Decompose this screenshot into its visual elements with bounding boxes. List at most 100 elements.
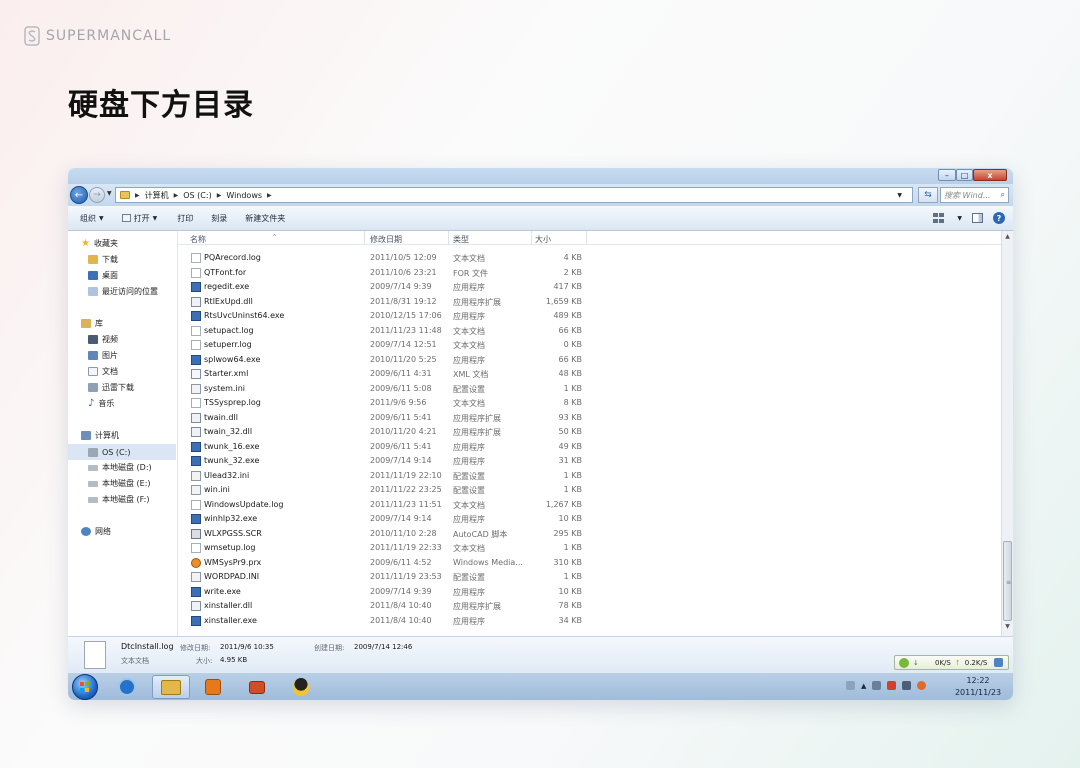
nav-favorites[interactable]: ★ 收藏夹 [81,238,118,249]
file-row[interactable]: Ulead32.ini 2011/11/19 22:10 配置设置 1 KB [178,469,608,483]
views-icon[interactable] [933,213,947,223]
start-button[interactable] [72,674,98,700]
column-divider[interactable] [586,231,587,245]
address-history-dropdown[interactable]: ▼ [897,192,902,199]
file-row[interactable]: RtsUvcUninst64.exe 2010/12/15 17:06 应用程序 48… [178,309,608,323]
file-row[interactable]: WLXPGSS.SCR 2010/11/10 2:28 AutoCAD 脚本 295 … [178,527,608,541]
file-row[interactable]: xinstaller.exe 2011/8/4 10:40 应用程序 34 KB [178,614,608,628]
nav-disk-d[interactable]: 本地磁盘 (D:) [88,462,152,473]
minimize-button[interactable]: – [938,169,956,181]
nav-downloads[interactable]: 下载 [88,254,118,265]
network-tray-icon[interactable] [902,681,912,690]
nav-libraries[interactable]: 库 [81,318,103,329]
refresh-button[interactable]: ⇆ [918,187,938,203]
tray-expand-icon[interactable]: ▲ [861,682,866,690]
file-row[interactable]: PQArecord.log 2011/10/5 12:09 文本文档 4 KB [178,251,608,265]
scroll-thumb[interactable]: ≡ [1003,541,1012,621]
file-row[interactable]: win.ini 2011/11/22 23:25 配置设置 1 KB [178,483,608,497]
nav-music[interactable]: ♪ 音乐 [88,398,114,409]
nav-computer[interactable]: 计算机 [81,430,119,441]
file-row[interactable]: RtlExUpd.dll 2011/8/31 19:12 应用程序扩展 1,659 K… [178,295,608,309]
vertical-scrollbar[interactable]: ▲ ≡ ▼ [1001,231,1013,636]
file-row[interactable]: setuperr.log 2009/7/14 12:51 文本文档 0 KB [178,338,608,352]
scroll-down-arrow-icon[interactable]: ▼ [1002,623,1013,633]
qq-tray-icon[interactable] [887,681,897,690]
file-row[interactable]: wmsetup.log 2011/11/19 22:33 文本文档 1 KB [178,541,608,555]
caret-down-icon[interactable]: ▼ [957,215,962,222]
security-tray-icon[interactable] [917,681,927,690]
nav-disk-e[interactable]: 本地磁盘 (E:) [88,478,151,489]
column-divider[interactable] [448,231,449,245]
nav-videos[interactable]: 视频 [88,334,118,345]
view-controls: ▼ ? [933,212,1005,224]
device-icon[interactable] [872,681,882,690]
print-button[interactable]: 打印 [177,213,193,224]
file-row[interactable]: write.exe 2009/7/14 9:39 应用程序 10 KB [178,585,608,599]
file-row[interactable]: twain.dll 2009/6/11 5:41 应用程序扩展 93 KB [178,411,608,425]
taskbar-explorer-app[interactable] [152,675,190,699]
file-row[interactable]: WindowsUpdate.log 2011/11/23 11:51 文本文档 1,2… [178,498,608,512]
taskbar-clock[interactable]: 12:22 2011/11/23 [948,675,1008,699]
close-button[interactable]: x [973,169,1007,181]
file-row[interactable]: WMSysPr9.prx 2009/6/11 4:52 Windows Media.… [178,556,608,570]
file-row[interactable]: regedit.exe 2009/7/14 9:39 应用程序 417 KB [178,280,608,294]
nav-xunlei-downloads[interactable]: 迅雷下载 [88,382,134,393]
help-icon[interactable]: ? [993,212,1005,224]
open-menu[interactable]: 打开 ▼ [121,213,157,224]
organize-menu[interactable]: 组织 ▼ [80,213,104,224]
forward-button[interactable]: → [89,187,105,203]
taskbar-toolbox-app[interactable] [238,675,276,699]
taskbar-sogou-app[interactable] [108,675,146,699]
nav-os-c[interactable]: OS (C:) [68,444,176,460]
nav-documents[interactable]: 文档 [88,366,118,377]
column-name[interactable]: 名称 [190,234,206,245]
breadcrumb-separator-icon: ▶ [267,191,272,199]
breadcrumb-os-c[interactable]: OS (C:) [183,191,211,200]
recent-pages-dropdown[interactable]: ▼ [107,190,112,197]
address-field[interactable]: ▶ 计算机 ▶ OS (C:) ▶ Windows ▶ ▼ [115,187,913,203]
search-icon[interactable]: ⌕ [1001,190,1005,200]
widget-menu-icon[interactable] [994,658,1004,667]
breadcrumb-windows[interactable]: Windows [226,191,262,200]
column-type[interactable]: 类型 [453,234,469,245]
column-date[interactable]: 修改日期 [370,234,402,245]
file-size: 0 KB [563,340,582,349]
network-speed-widget[interactable]: ↓ 0K/S ↑ 0.2K/S [894,655,1009,670]
nav-desktop[interactable]: 桌面 [88,270,118,281]
column-size[interactable]: 大小 [535,234,551,245]
back-button[interactable]: ← [70,186,88,204]
file-row[interactable]: twain_32.dll 2010/11/20 4:21 应用程序扩展 50 KB [178,425,608,439]
column-divider[interactable] [364,231,365,245]
preview-pane-icon[interactable] [972,213,983,223]
exe-file-icon [191,514,201,524]
file-row[interactable]: xinstaller.dll 2011/8/4 10:40 应用程序扩展 78 KB [178,599,608,613]
search-input[interactable] [944,190,994,200]
file-row[interactable]: system.ini 2009/6/11 5:08 配置设置 1 KB [178,382,608,396]
taskbar-media-player-app[interactable] [194,675,232,699]
breadcrumb-computer[interactable]: 计算机 [145,190,169,201]
file-row[interactable]: Starter.xml 2009/6/11 4:31 XML 文档 48 KB [178,367,608,381]
maximize-button[interactable]: □ [956,169,973,181]
scroll-up-arrow-icon[interactable]: ▲ [1002,233,1013,243]
nav-network[interactable]: 网络 [81,526,111,537]
file-row[interactable]: twunk_32.exe 2009/7/14 9:14 应用程序 31 KB [178,454,608,468]
column-divider[interactable] [531,231,532,245]
file-row[interactable]: twunk_16.exe 2009/6/11 5:41 应用程序 49 KB [178,440,608,454]
keyboard-icon[interactable] [846,681,855,690]
brand-name: SUPERMANCALL [46,28,172,44]
burn-button[interactable]: 刻录 [211,213,227,224]
new-folder-button[interactable]: 新建文件夹 [245,213,285,224]
file-size: 10 KB [558,514,582,523]
nav-recent-places[interactable]: 最近访问的位置 [88,286,158,297]
search-box[interactable]: ⌕ [940,187,1009,203]
file-row[interactable]: setupact.log 2011/11/23 11:48 文本文档 66 KB [178,324,608,338]
file-row[interactable]: splwow64.exe 2010/11/20 5:25 应用程序 66 KB [178,353,608,367]
file-row[interactable]: TSSysprep.log 2011/9/6 9:56 文本文档 8 KB [178,396,608,410]
file-row[interactable]: winhlp32.exe 2009/7/14 9:14 应用程序 10 KB [178,512,608,526]
file-row[interactable]: WORDPAD.INI 2011/11/19 23:53 配置设置 1 KB [178,570,608,584]
file-row[interactable]: QTFont.for 2011/10/6 23:21 FOR 文件 2 KB [178,266,608,280]
nav-pictures[interactable]: 图片 [88,350,118,361]
dll-file-icon [191,601,201,611]
nav-disk-f[interactable]: 本地磁盘 (F:) [88,494,149,505]
taskbar-qq-app[interactable] [282,675,320,699]
